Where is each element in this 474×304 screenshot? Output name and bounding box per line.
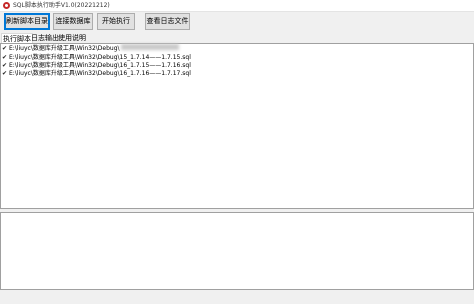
connect-database-button[interactable]: 连接数据库: [53, 13, 93, 30]
tab-log-output[interactable]: 日志输出: [30, 33, 60, 43]
list-item[interactable]: ✔ E:\liuyc\数据库升级工具\Win32\Debug\15_1.7.14—…: [2, 54, 191, 61]
view-log-file-button[interactable]: 查看日志文件: [145, 13, 190, 30]
log-output-panel[interactable]: [0, 212, 474, 290]
tab-execute-script[interactable]: 执行脚本: [1, 33, 33, 43]
list-item[interactable]: ✔ E:\liuyc\数据库升级工具\Win32\Debug\16_1.7.16—…: [2, 70, 191, 77]
script-list-panel[interactable]: ✔ E:\liuyc\数据库升级工具\Win32\Debug\ ✔ E:\liuyc…: [0, 43, 474, 209]
tab-usage-guide[interactable]: 使用说明: [57, 33, 87, 43]
check-icon[interactable]: ✔: [2, 54, 9, 61]
start-execute-button[interactable]: 开始执行: [97, 13, 135, 30]
check-icon[interactable]: ✔: [2, 70, 9, 77]
check-icon[interactable]: ✔: [2, 62, 9, 69]
window-title: SQL脚本执行助手V1.0(20221212): [13, 2, 110, 9]
tab-bar: 执行脚本 日志输出 使用说明: [0, 33, 474, 43]
title-bar: SQL脚本执行助手V1.0(20221212): [0, 0, 474, 12]
check-icon[interactable]: ✔: [2, 45, 9, 52]
script-path: E:\liuyc\数据库升级工具\Win32\Debug\16_1.7.15——…: [9, 62, 191, 69]
script-path: E:\liuyc\数据库升级工具\Win32\Debug\15_1.7.14——…: [9, 54, 191, 61]
script-path: E:\liuyc\数据库升级工具\Win32\Debug\16_1.7.16——…: [9, 70, 191, 77]
refresh-script-dir-button[interactable]: 刷新脚本目录: [4, 13, 50, 30]
list-item[interactable]: ✔ E:\liuyc\数据库升级工具\Win32\Debug\: [2, 45, 120, 52]
redacted-area: [121, 44, 179, 50]
app-icon: [3, 2, 10, 9]
script-path: E:\liuyc\数据库升级工具\Win32\Debug\: [9, 45, 120, 52]
list-item[interactable]: ✔ E:\liuyc\数据库升级工具\Win32\Debug\16_1.7.15—…: [2, 62, 191, 69]
